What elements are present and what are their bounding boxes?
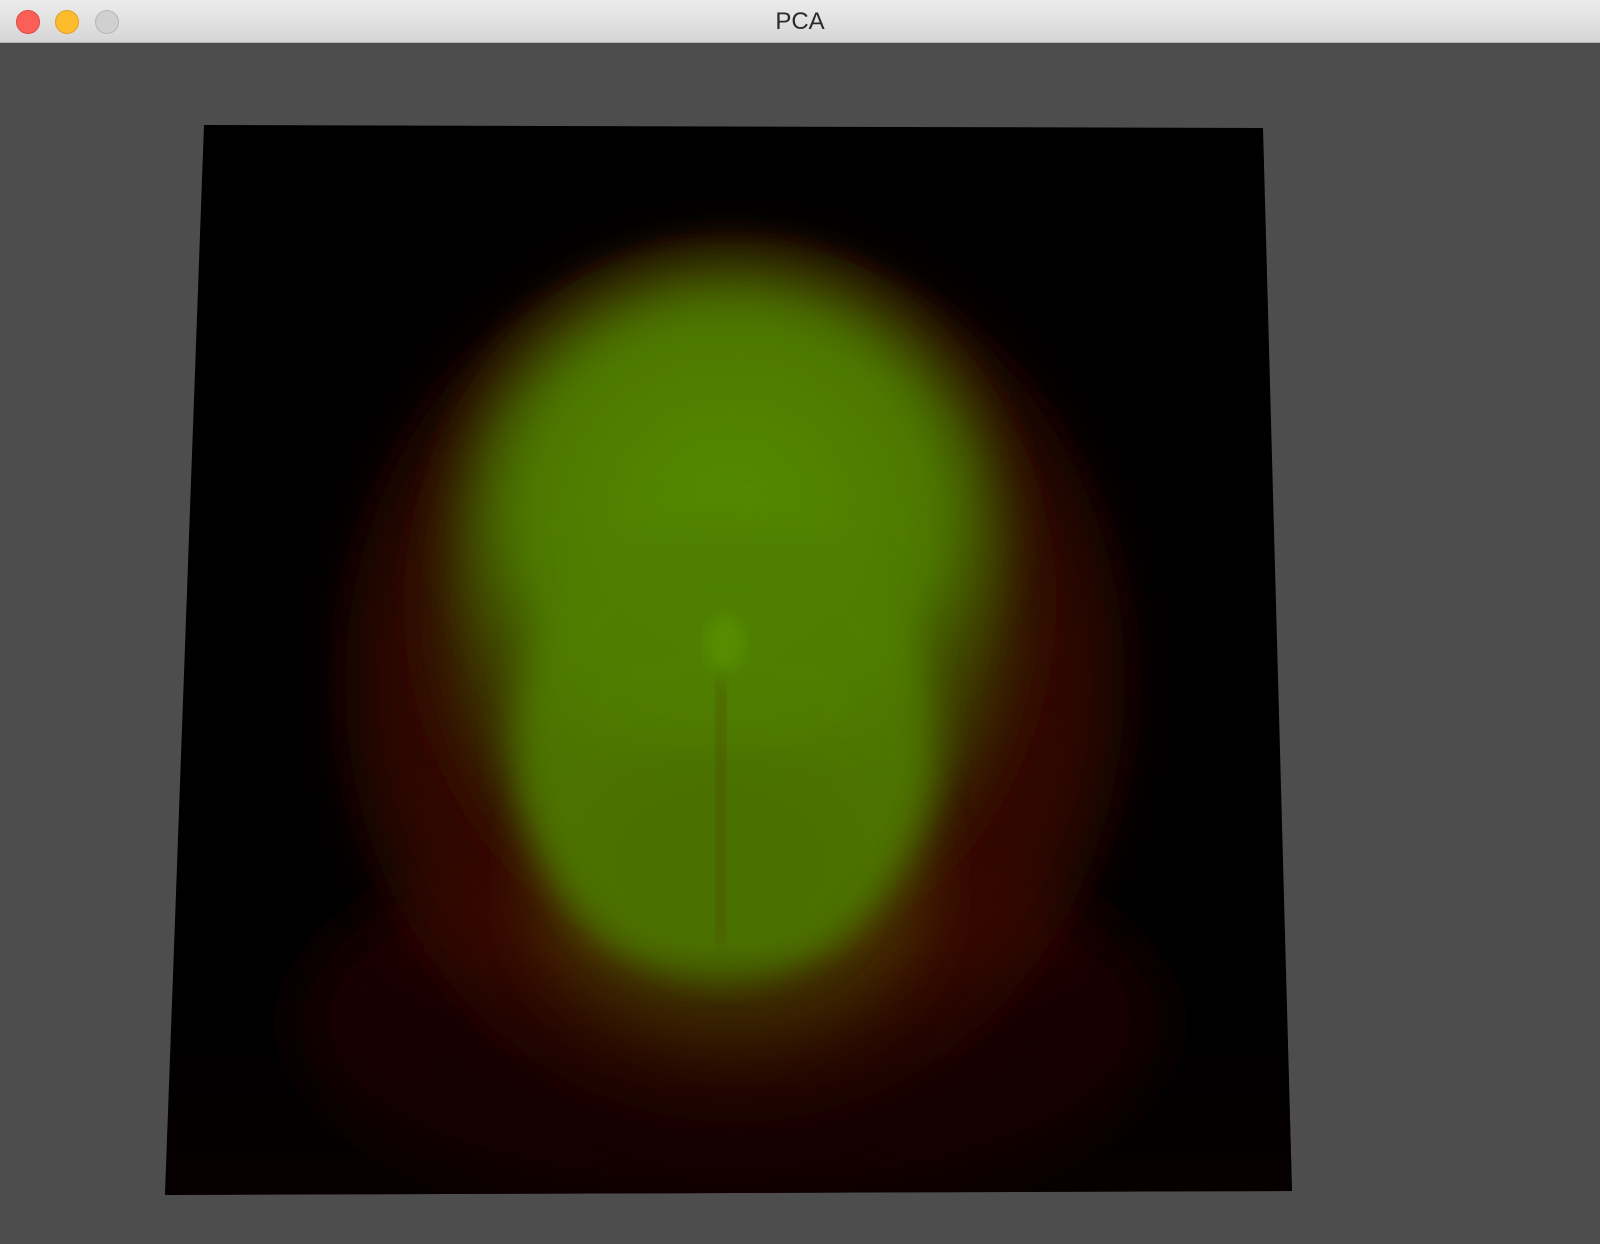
volume-render[interactable]: [0, 43, 1600, 1244]
app-window: PCA: [0, 0, 1600, 1244]
title-bar[interactable]: PCA: [0, 0, 1600, 43]
window-title: PCA: [775, 8, 825, 35]
render-viewport[interactable]: [0, 43, 1600, 1244]
